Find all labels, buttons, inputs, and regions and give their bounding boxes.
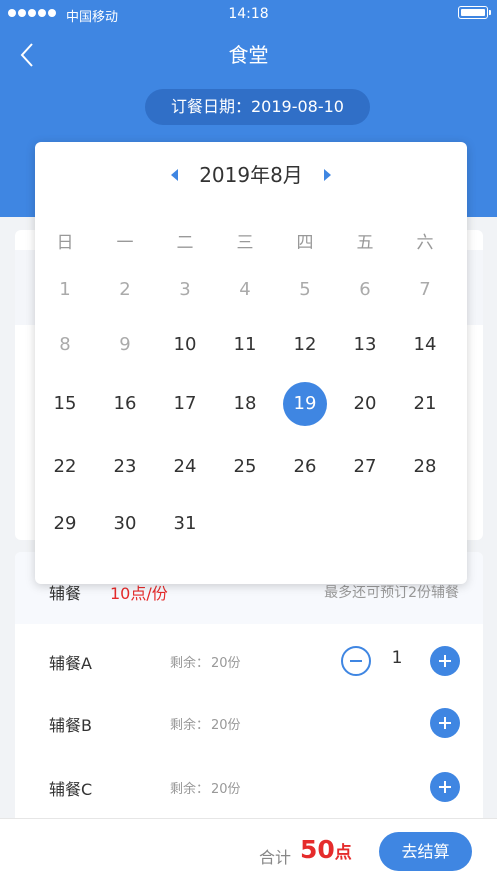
- calendar-day[interactable]: 24: [163, 445, 207, 489]
- list-item: 辅餐A 剩余： 20份 1: [15, 630, 483, 692]
- item-stock: 剩余： 20份: [170, 782, 241, 797]
- increase-button[interactable]: [430, 772, 460, 802]
- calendar-day[interactable]: 21: [403, 382, 447, 426]
- calendar-day[interactable]: 23: [103, 445, 147, 489]
- page-title: 食堂: [228, 43, 269, 67]
- item-stock: 剩余： 20份: [170, 718, 241, 733]
- calendar-day[interactable]: 1: [43, 268, 87, 312]
- calendar-day[interactable]: 28: [403, 445, 447, 489]
- calendar-day[interactable]: 9: [103, 323, 147, 367]
- increase-button[interactable]: [430, 708, 460, 738]
- weekday-label: 一: [116, 233, 134, 253]
- list-item: 辅餐C 剩余： 20份: [15, 756, 483, 818]
- calendar-day[interactable]: 10: [163, 323, 207, 367]
- calendar-day[interactable]: 30: [103, 502, 147, 546]
- status-bar: 中国移动 14:18: [0, 0, 497, 30]
- calendar-day[interactable]: 14: [403, 323, 447, 367]
- calendar-day[interactable]: 31: [163, 502, 207, 546]
- calendar-day[interactable]: 4: [223, 268, 267, 312]
- total-value: 50点: [300, 835, 352, 864]
- calendar-day[interactable]: 27: [343, 445, 387, 489]
- calendar-day[interactable]: 7: [403, 268, 447, 312]
- checkout-button[interactable]: 去结算: [379, 832, 472, 871]
- calendar-day[interactable]: 17: [163, 382, 207, 426]
- bottom-bar: 合计 50点 去结算: [0, 818, 497, 883]
- calendar-day[interactable]: 15: [43, 382, 87, 426]
- calendar-day[interactable]: 13: [343, 323, 387, 367]
- battery-icon: [458, 6, 491, 19]
- calendar-day[interactable]: 8: [43, 323, 87, 367]
- calendar-day[interactable]: 16: [103, 382, 147, 426]
- calendar-day[interactable]: 20: [343, 382, 387, 426]
- calendar-header: 2019年8月: [35, 160, 467, 190]
- weekday-label: 六: [416, 233, 434, 253]
- side-dish-limit-note: 最多还可预订2份辅餐: [324, 585, 459, 601]
- calendar-day[interactable]: 6: [343, 268, 387, 312]
- calendar-day[interactable]: 29: [43, 502, 87, 546]
- decrease-button[interactable]: [341, 646, 371, 676]
- item-name: 辅餐A: [49, 654, 92, 673]
- prev-month-button[interactable]: [169, 169, 181, 181]
- item-name: 辅餐B: [49, 716, 92, 735]
- calendar-popup: 2019年8月 日一二三四五六 1 2 3 4 5 6 7 8 9 10 11 12 13 14 15 16 17…: [35, 142, 467, 584]
- increase-button[interactable]: [430, 646, 460, 676]
- list-item: 辅餐B 剩余： 20份: [15, 692, 483, 754]
- total-label: 合计: [259, 848, 292, 867]
- next-month-button[interactable]: [321, 169, 333, 181]
- calendar-day[interactable]: 26: [283, 445, 327, 489]
- weekday-label: 五: [356, 233, 374, 253]
- side-dish-card: 辅餐 10点/份 最多还可预订2份辅餐 辅餐A 剩余： 20份 1 辅餐B 剩余：…: [15, 552, 483, 842]
- weekday-label: 日: [56, 233, 74, 253]
- calendar-day[interactable]: 2: [103, 268, 147, 312]
- item-name: 辅餐C: [49, 780, 93, 799]
- item-stock: 剩余： 20份: [170, 656, 241, 671]
- weekday-label: 二: [176, 233, 194, 253]
- calendar-day[interactable]: 19: [283, 382, 327, 426]
- order-date-pill[interactable]: 订餐日期：2019-08-10: [145, 89, 370, 125]
- calendar-day[interactable]: 22: [43, 445, 87, 489]
- calendar-day[interactable]: 11: [223, 323, 267, 367]
- calendar-day[interactable]: 3: [163, 268, 207, 312]
- weekday-label: 三: [236, 233, 254, 253]
- weekday-label: 四: [296, 233, 314, 253]
- calendar-day[interactable]: 25: [223, 445, 267, 489]
- calendar-day[interactable]: 12: [283, 323, 327, 367]
- status-time: 14:18: [228, 6, 269, 22]
- quantity-value: 1: [391, 648, 403, 668]
- calendar-day[interactable]: 18: [223, 382, 267, 426]
- calendar-day[interactable]: 5: [283, 268, 327, 312]
- calendar-month-title: 2019年8月: [199, 163, 303, 187]
